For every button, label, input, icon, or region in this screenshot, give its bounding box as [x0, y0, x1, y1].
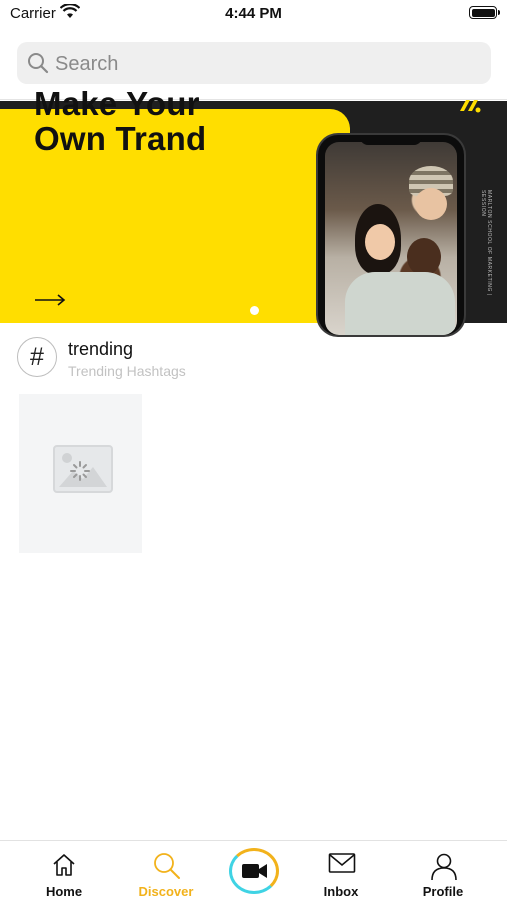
status-time: 4:44 PM [225, 5, 282, 22]
banner-headline: Make Your Own Trand [34, 86, 334, 156]
user-icon [431, 853, 457, 880]
phone-mockup [318, 135, 464, 335]
arrow-right-icon[interactable] [34, 293, 66, 307]
brand-logo-icon [460, 100, 481, 113]
banner-side-text: MARLTON SCHOOL OF MARKETING | SESSION [482, 190, 492, 296]
tab-bar: Home Discover Inbox Profile [0, 840, 507, 900]
hashtag-subtitle: Trending Hashtags [68, 363, 186, 379]
status-bar: Carrier 4:44 PM [0, 0, 507, 28]
tab-inbox[interactable]: Inbox [296, 841, 386, 901]
tab-profile[interactable]: Profile [398, 841, 488, 901]
hashtag-title: trending [68, 339, 134, 359]
tab-discover[interactable]: Discover [121, 841, 211, 901]
search-icon [28, 53, 49, 74]
tab-discover-label: Discover [138, 884, 194, 899]
carousel-page-dot[interactable] [250, 306, 259, 315]
tab-inbox-label: Inbox [323, 884, 359, 899]
image-placeholder-icon [53, 445, 113, 493]
phone-photo [325, 142, 457, 335]
video-camera-icon [242, 864, 267, 878]
banner-headline-line2: Own Trand [34, 120, 207, 157]
tab-profile-label: Profile [422, 884, 464, 899]
battery-icon [469, 6, 500, 19]
search-icon [154, 853, 180, 879]
home-icon [53, 854, 75, 876]
record-button[interactable] [229, 848, 279, 894]
tab-home[interactable]: Home [19, 841, 109, 901]
envelope-icon [328, 853, 356, 873]
hashtag-header[interactable]: # trending Trending Hashtags [17, 337, 487, 381]
video-thumbnail[interactable] [19, 394, 142, 553]
hashtag-icon: # [17, 337, 57, 377]
banner-headline-line1: Make Your [34, 85, 200, 122]
tab-home-label: Home [45, 884, 83, 899]
search-input[interactable] [53, 42, 477, 86]
search-bar[interactable] [17, 42, 491, 86]
